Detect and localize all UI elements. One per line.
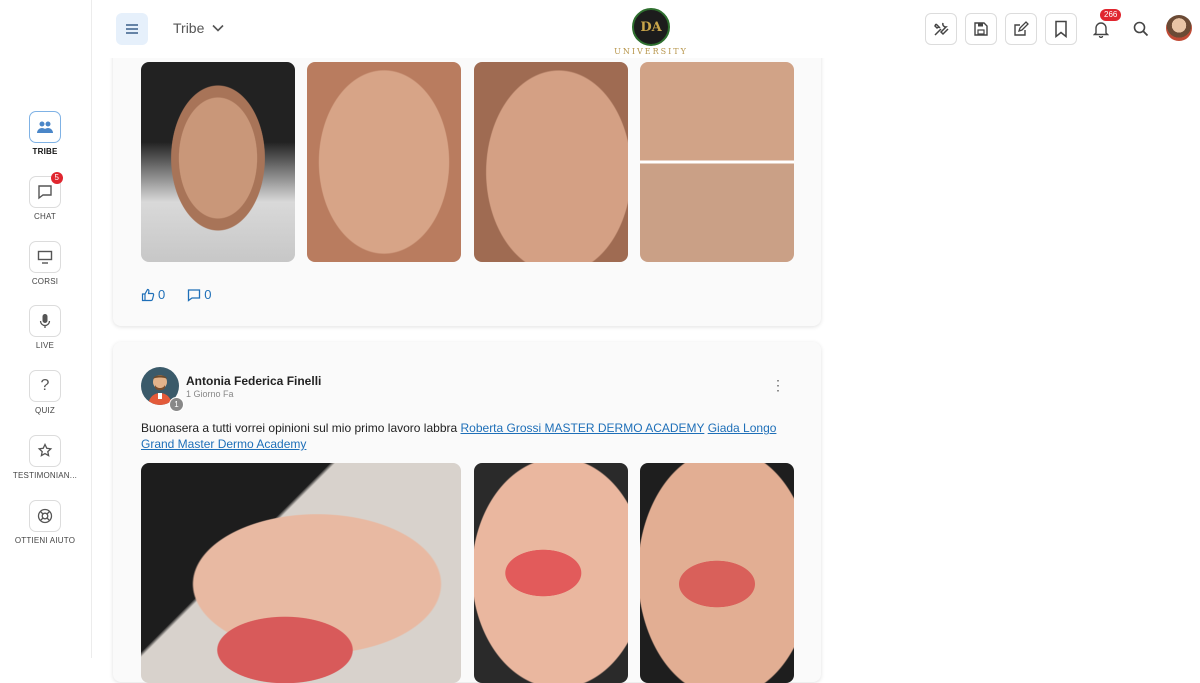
logo[interactable]: DA UNIVERSITY	[611, 2, 691, 58]
left-sidebar: TRIBE 5 CHAT CORSI LIVE ? QUIZ TESTIMONI…	[0, 0, 92, 658]
notifications-button[interactable]: 266	[1085, 9, 1122, 45]
post-image[interactable]	[474, 463, 628, 683]
sidebar-item-label: TESTIMONIAN...	[12, 471, 78, 480]
question-icon: ?	[40, 377, 50, 394]
top-bar: Tribe DA UNIVERSITY 266	[93, 0, 1200, 58]
chevron-down-icon	[212, 24, 224, 32]
user-avatar[interactable]	[1166, 15, 1192, 41]
sidebar-button-corsi[interactable]	[29, 241, 61, 273]
sidebar-button-chat[interactable]: 5	[29, 172, 63, 208]
tools-button[interactable]	[925, 13, 957, 45]
author-name[interactable]: Antonia Federica Finelli	[186, 374, 321, 388]
edit-icon	[1014, 21, 1029, 36]
sidebar-item-label: LIVE	[35, 341, 55, 350]
mention-link[interactable]: Giada Longo	[708, 421, 777, 435]
like-count: 0	[158, 287, 166, 302]
people-icon	[37, 121, 53, 133]
sidebar-item-label: TRIBE	[32, 147, 58, 156]
notifications-badge: 266	[1100, 9, 1122, 21]
chat-badge: 5	[50, 172, 63, 184]
sidebar-item-testimonianze[interactable]: TESTIMONIAN...	[0, 435, 90, 480]
post-image[interactable]	[474, 62, 628, 262]
sidebar-item-label: CHAT	[34, 212, 56, 221]
post-image[interactable]	[141, 463, 461, 683]
comment-count: 0	[204, 287, 212, 302]
sidebar-item-label: QUIZ	[35, 406, 55, 415]
microphone-icon	[39, 314, 51, 328]
community-selector-label: Tribe	[173, 20, 205, 36]
post-image[interactable]	[141, 62, 295, 262]
save-button[interactable]	[965, 13, 997, 45]
like-button[interactable]: 0	[141, 287, 165, 302]
bell-icon	[1093, 22, 1109, 38]
mention-link[interactable]: Grand Master Dermo Academy	[141, 437, 306, 451]
thumbs-up-icon	[141, 288, 155, 301]
sidebar-item-label: OTTIENI AIUTO	[14, 536, 76, 545]
post-image[interactable]	[640, 62, 794, 262]
menu-button[interactable]	[116, 13, 148, 45]
save-icon	[974, 22, 988, 36]
hamburger-icon	[126, 24, 138, 34]
comment-icon	[188, 288, 201, 302]
sidebar-item-tribe[interactable]: TRIBE	[0, 111, 90, 156]
chat-icon	[38, 185, 52, 200]
author-level-badge: 1	[169, 397, 184, 412]
sidebar-item-corsi[interactable]: CORSI	[0, 241, 90, 286]
sidebar-item-live[interactable]: LIVE	[0, 305, 90, 350]
post-text: Buonasera a tutti vorrei opinioni sul mi…	[141, 420, 801, 452]
post-image[interactable]	[640, 463, 794, 683]
bookmark-icon	[1055, 20, 1067, 38]
sidebar-item-label: CORSI	[31, 277, 59, 286]
star-hand-icon	[37, 443, 53, 457]
monitor-icon	[37, 250, 53, 264]
sidebar-button-quiz[interactable]: ?	[29, 370, 61, 402]
search-button[interactable]	[1125, 13, 1157, 45]
sidebar-item-quiz[interactable]: ? QUIZ	[0, 370, 90, 415]
sidebar-item-aiuto[interactable]: OTTIENI AIUTO	[0, 500, 90, 545]
logo-emblem: DA	[632, 8, 670, 46]
post-options-icon[interactable]: ⋮	[771, 377, 785, 394]
comment-button[interactable]: 0	[187, 287, 211, 302]
mention-link[interactable]: Roberta Grossi MASTER DERMO ACADEMY	[461, 421, 705, 435]
edit-button[interactable]	[1005, 13, 1037, 45]
sidebar-button-tribe[interactable]	[29, 111, 61, 143]
bookmark-button[interactable]	[1045, 13, 1077, 45]
community-selector[interactable]: Tribe	[173, 20, 224, 36]
sidebar-item-chat[interactable]: 5 CHAT	[0, 172, 90, 221]
post-image[interactable]	[307, 62, 461, 262]
post-timestamp: 1 Giorno Fa	[186, 389, 234, 399]
post-card: 1 Antonia Federica Finelli 1 Giorno Fa ⋮…	[113, 342, 821, 683]
sidebar-button-live[interactable]	[29, 305, 61, 337]
post-reactions: 0 0	[141, 287, 211, 302]
tools-icon	[934, 22, 949, 36]
logo-text: UNIVERSITY	[614, 47, 688, 56]
sidebar-button-testimonianze[interactable]	[29, 435, 61, 467]
sidebar-button-aiuto[interactable]	[29, 500, 61, 532]
post-body: Buonasera a tutti vorrei opinioni sul mi…	[141, 421, 461, 435]
lifebuoy-icon	[37, 508, 53, 524]
search-icon	[1133, 21, 1149, 37]
